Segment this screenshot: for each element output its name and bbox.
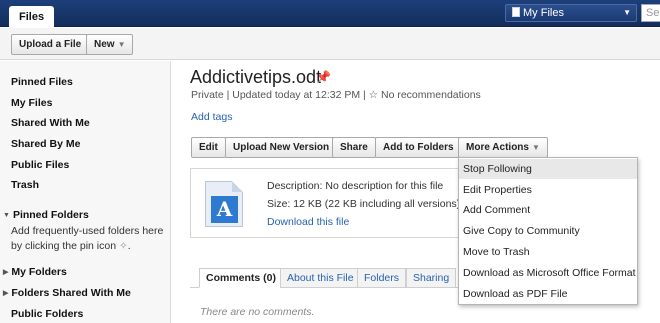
file-info-box: A Description: No description for this f… <box>190 168 470 238</box>
chevron-down-icon: ▼ <box>531 143 540 152</box>
recommendations-text: No recommendations <box>381 89 481 101</box>
chevron-right-icon: ▶ <box>3 269 9 276</box>
new-button-label: New <box>94 39 115 50</box>
menu-item-stop-following[interactable]: Stop Following <box>459 159 637 179</box>
file-description: Description: No description for this fil… <box>267 180 444 192</box>
sidebar-item-trash[interactable]: Trash <box>11 179 39 191</box>
search-input[interactable]: Sea <box>641 4 660 22</box>
upload-file-button[interactable]: Upload a File <box>11 34 90 55</box>
scope-label: My Files <box>523 7 564 19</box>
add-to-folders-button[interactable]: Add to Folders <box>375 137 462 158</box>
sidebar-item-public-folders[interactable]: Public Folders <box>11 308 83 320</box>
tab-sharing[interactable]: Sharing <box>406 268 457 288</box>
upload-new-version-button[interactable]: Upload New Version <box>225 137 338 158</box>
pinned-hint-text: Add frequently-used folders here by clic… <box>11 225 164 252</box>
text-document-glyph: A <box>211 196 238 223</box>
document-icon: A <box>205 181 243 227</box>
pinned-folders-section[interactable]: ▼ Pinned Folders <box>3 209 89 221</box>
new-button[interactable]: New ▼ <box>86 34 134 55</box>
menu-item-download-pdf[interactable]: Download as PDF File <box>459 284 637 304</box>
tab-about[interactable]: About this File <box>280 268 361 288</box>
pinned-folders-hint: Add frequently-used folders here by clic… <box>11 225 164 252</box>
edit-button[interactable]: Edit <box>191 137 226 158</box>
menu-item-move-to-trash[interactable]: Move to Trash <box>459 242 637 262</box>
chevron-down-icon: ▼ <box>3 212 10 219</box>
updated-text: Updated today at 12:32 PM <box>232 89 361 101</box>
document-icon <box>512 7 520 17</box>
chevron-right-icon: ▶ <box>3 290 9 297</box>
pin-icon: ✧ <box>118 240 128 252</box>
chevron-down-icon: ▼ <box>117 40 126 49</box>
sidebar-item-pinned-files[interactable]: Pinned Files <box>11 76 73 88</box>
pin-icon[interactable]: 📌 <box>316 70 331 84</box>
files-app-tab[interactable]: Files <box>9 6 55 28</box>
sidebar-item-shared-by-me[interactable]: Shared By Me <box>11 138 80 150</box>
star-icon[interactable]: ☆ <box>369 89 378 101</box>
file-meta: Private | Updated today at 12:32 PM | ☆ … <box>191 89 481 101</box>
folders-shared-label: Folders Shared With Me <box>11 287 131 299</box>
add-tags-link[interactable]: Add tags <box>191 111 232 123</box>
no-comments-text: There are no comments. <box>200 306 315 318</box>
file-title: Addictivetips.odt <box>190 67 322 87</box>
top-bar: Files My Files ▼ Sea <box>0 0 660 28</box>
page-fold <box>232 181 243 192</box>
more-actions-label: More Actions <box>466 142 529 153</box>
sidebar-item-public-files[interactable]: Public Files <box>11 159 69 171</box>
menu-item-edit-properties[interactable]: Edit Properties <box>459 180 637 200</box>
sidebar-item-my-files[interactable]: My Files <box>11 97 52 109</box>
visibility-text: Private <box>191 89 224 101</box>
my-folders-section[interactable]: ▶ My Folders <box>3 266 67 278</box>
download-link[interactable]: Download this file <box>267 216 349 228</box>
menu-item-add-comment[interactable]: Add Comment <box>459 200 637 220</box>
pinned-folders-label: Pinned Folders <box>12 209 89 221</box>
scope-selector[interactable]: My Files ▼ <box>505 4 637 22</box>
more-actions-button[interactable]: More Actions ▼ <box>458 137 548 158</box>
toolbar: Upload a File New ▼ <box>0 28 660 60</box>
sidebar: Pinned Files My Files Shared With Me Sha… <box>0 61 171 323</box>
menu-item-download-office[interactable]: Download as Microsoft Office Format <box>459 263 637 283</box>
my-folders-label: My Folders <box>11 266 67 278</box>
more-actions-menu: Stop Following Edit Properties Add Comme… <box>458 157 638 305</box>
menu-item-give-copy[interactable]: Give Copy to Community <box>459 221 637 241</box>
folders-shared-section[interactable]: ▶ Folders Shared With Me <box>3 287 131 299</box>
chevron-down-icon: ▼ <box>623 8 631 17</box>
file-size: Size: 12 KB (22 KB including all version… <box>267 198 461 210</box>
tab-comments[interactable]: Comments (0) <box>199 268 284 288</box>
share-button[interactable]: Share <box>332 137 376 158</box>
tab-folders[interactable]: Folders <box>357 268 407 288</box>
sidebar-item-shared-with-me[interactable]: Shared With Me <box>11 117 90 129</box>
